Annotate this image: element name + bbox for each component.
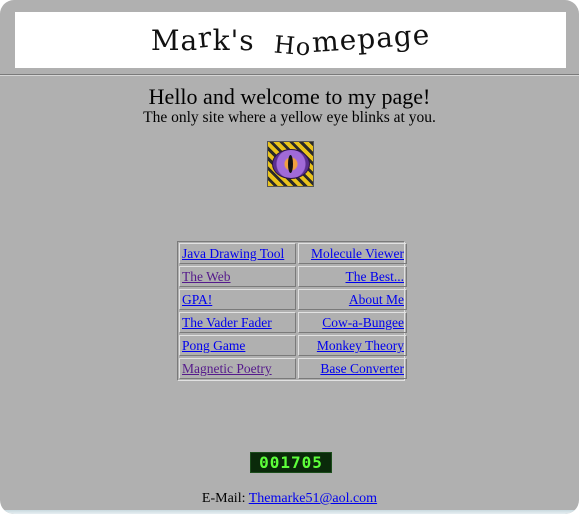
link-the-web[interactable]: The Web (182, 269, 231, 284)
table-cell: About Me (298, 289, 407, 310)
table-cell: Cow-a-Bungee (298, 312, 407, 333)
banner-part: Ho (273, 29, 314, 62)
link-monkey-theory[interactable]: Monkey Theory (317, 338, 404, 353)
link-about-me[interactable]: About Me (349, 292, 404, 307)
link-magnetic-poetry[interactable]: Magnetic Poetry (182, 361, 272, 376)
eye-pupil (288, 155, 293, 173)
table-cell: Molecule Viewer (298, 243, 407, 264)
email-footer: E-Mail: Themarke51@aol.com (0, 491, 579, 507)
email-link[interactable]: Themarke51@aol.com (249, 491, 377, 506)
site-banner: Mark's Homepage (15, 12, 566, 68)
welcome-heading: Hello and welcome to my page! (148, 84, 431, 109)
browser-page: Mark's Homepage Hello and welcome to my … (0, 0, 579, 514)
links-table: Java Drawing Tool Molecule Viewer The We… (177, 241, 407, 381)
hit-counter: 001705 (250, 452, 332, 473)
link-cow-a-bungee[interactable]: Cow-a-Bungee (322, 315, 404, 330)
table-cell: GPA! (179, 289, 296, 310)
table-cell: The Web (179, 266, 296, 287)
banner-part: mepage (310, 17, 432, 59)
site-title: Mark's Homepage (150, 17, 431, 61)
link-pong-game[interactable]: Pong Game (182, 338, 245, 353)
email-label: E-Mail: (201, 491, 246, 506)
welcome-subheading: The only site where a yellow eye blinks … (143, 109, 436, 126)
table-cell: Monkey Theory (298, 335, 407, 356)
link-the-best[interactable]: The Best... (346, 269, 405, 284)
table-cell: Pong Game (179, 335, 296, 356)
table-cell: Magnetic Poetry (179, 358, 296, 379)
table-cell: The Best... (298, 266, 407, 287)
link-molecule-viewer[interactable]: Molecule Viewer (311, 246, 404, 261)
horizontal-rule (0, 74, 579, 76)
link-the-vader-fader[interactable]: The Vader Fader (182, 315, 272, 330)
banner-part: Ma (150, 23, 199, 57)
bottom-edge (0, 510, 579, 514)
table-cell: Base Converter (298, 358, 407, 379)
eye-icon (267, 141, 314, 187)
table-cell: The Vader Fader (179, 312, 296, 333)
banner-part: k's (212, 23, 275, 57)
link-gpa[interactable]: GPA! (182, 292, 212, 307)
eye-iris (271, 149, 310, 179)
table-cell: Java Drawing Tool (179, 243, 296, 264)
link-base-converter[interactable]: Base Converter (320, 361, 404, 376)
link-java-drawing-tool[interactable]: Java Drawing Tool (182, 246, 284, 261)
